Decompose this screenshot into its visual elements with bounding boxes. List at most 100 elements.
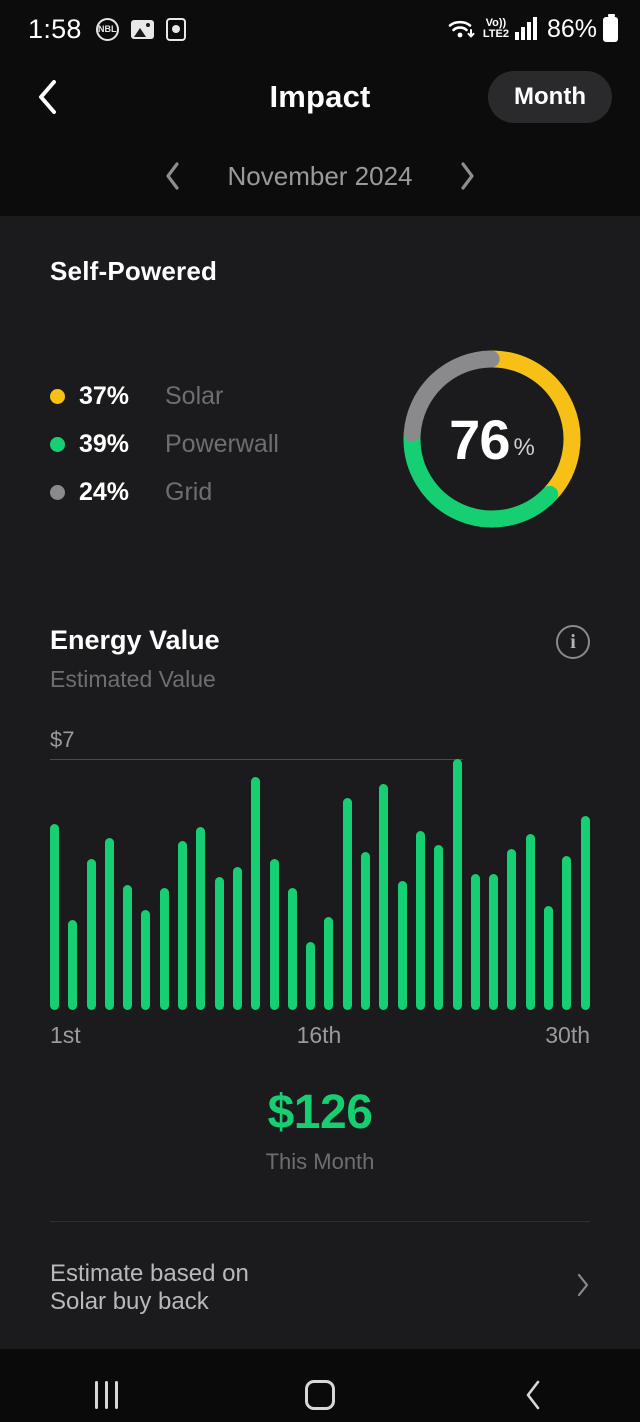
battery-percent: 86% [546, 14, 597, 43]
chart-plot-area [50, 759, 590, 1010]
chart-bar[interactable] [50, 823, 59, 1010]
energy-total-label: This Month [265, 1149, 375, 1174]
chart-y-gridline-label: $7 [50, 727, 75, 752]
volte-bottom: LTE2 [482, 28, 509, 40]
recents-icon [95, 1381, 119, 1410]
self-powered-legend: 37% Solar 39% Powerwall 24% Grid [50, 372, 392, 507]
back-icon [527, 1380, 540, 1410]
chart-bar[interactable] [415, 830, 425, 1010]
chart-bar[interactable] [86, 859, 96, 1010]
chart-bar[interactable] [452, 759, 462, 1010]
energy-value-card: Energy Value Estimated Value i $7 1st 16… [0, 585, 640, 1350]
chart-bar[interactable] [68, 920, 78, 1010]
volte-icon: Vo)) LTE2 [483, 18, 509, 40]
legend-dot-grid [50, 484, 65, 500]
chart-bar[interactable] [562, 855, 572, 1010]
energy-total: $126 This Month [50, 1085, 590, 1175]
self-powered-body: 37% Solar 39% Powerwall 24% Grid 76 % [50, 339, 590, 539]
energy-value-titles: Energy Value Estimated Value [50, 625, 220, 693]
legend-label-grid: Grid [165, 477, 213, 506]
chevron-right-icon [577, 1273, 589, 1297]
status-system-icons: Vo)) LTE2 86% [447, 13, 618, 44]
page-header: Impact Month [0, 58, 640, 136]
chart-x-axis: 1st 16th 30th [50, 1022, 590, 1049]
legend-dot-solar [50, 388, 65, 404]
battery-icon [603, 13, 618, 42]
camera-icon [165, 17, 186, 41]
next-month-button[interactable] [435, 149, 499, 203]
chart-bar[interactable] [123, 884, 133, 1010]
donut-value: 76 [449, 407, 510, 471]
chart-bar[interactable] [232, 866, 242, 1010]
legend-item-powerwall: 39% Powerwall [50, 430, 392, 459]
system-nav-bar [0, 1349, 640, 1422]
legend-item-solar: 37% Solar [50, 382, 392, 411]
donut-unit: % [513, 434, 535, 461]
chart-bar[interactable] [342, 798, 352, 1010]
legend-label-powerwall: Powerwall [165, 429, 279, 458]
legend-percent-grid: 24% [79, 477, 130, 506]
nav-home-button[interactable] [275, 1365, 365, 1422]
self-powered-donut-chart: 76 % [392, 339, 592, 539]
chart-bar[interactable] [324, 916, 334, 1010]
chart-bar[interactable] [214, 877, 224, 1010]
legend-item-grid: 24% Grid [50, 478, 392, 507]
chevron-right-icon [461, 162, 474, 190]
energy-value-title: Energy Value [50, 625, 220, 655]
estimate-basis-text: Estimate based on Solar buy back [50, 1260, 249, 1315]
date-navigator: November 2024 [0, 136, 640, 216]
current-period-label: November 2024 [227, 160, 413, 191]
home-icon [304, 1380, 335, 1411]
signal-icon [514, 17, 537, 40]
chart-bar[interactable] [251, 776, 261, 1010]
chart-bar[interactable] [525, 834, 535, 1010]
header-back-button[interactable] [28, 77, 68, 117]
chevron-left-icon [166, 162, 179, 190]
legend-dot-powerwall [50, 436, 65, 452]
footer-divider [50, 1221, 590, 1222]
info-icon[interactable]: i [556, 625, 590, 659]
wifi-icon [448, 20, 475, 38]
chart-bar[interactable] [361, 852, 371, 1010]
chart-bar[interactable] [269, 859, 279, 1010]
chart-bar[interactable] [306, 941, 316, 1010]
status-time: 1:58 [28, 13, 82, 44]
chart-bar[interactable] [470, 873, 480, 1010]
donut-center: 76 % [392, 339, 592, 539]
chart-bar[interactable] [397, 880, 407, 1010]
legend-label-solar: Solar [165, 381, 224, 410]
self-powered-title: Self-Powered [50, 256, 218, 286]
chart-bar[interactable] [178, 841, 188, 1010]
chart-bar[interactable] [544, 906, 554, 1010]
app-root: 1:58 NBL Vo)) LTE2 86% Impact Month Nove… [0, 0, 640, 1422]
status-notification-icons: NBL [95, 17, 186, 41]
chart-bar[interactable] [580, 816, 590, 1010]
chart-bar[interactable] [196, 827, 206, 1010]
x-tick-first: 1st [50, 1022, 81, 1048]
chart-bar[interactable] [434, 845, 444, 1010]
prev-month-button[interactable] [141, 149, 205, 203]
estimate-basis-chevron[interactable] [576, 1273, 590, 1302]
chevron-left-icon [39, 80, 56, 114]
chart-bar[interactable] [287, 888, 297, 1010]
energy-total-value: $126 [267, 1086, 373, 1139]
chart-bar[interactable] [141, 909, 151, 1010]
energy-value-chart: $7 1st 16th 30th [50, 727, 590, 1049]
self-powered-card: Self-Powered 37% Solar 39% Powerwall 24%… [0, 216, 640, 585]
energy-value-header: Energy Value Estimated Value i [50, 625, 590, 693]
estimate-basis-row[interactable]: Estimate based on Solar buy back [50, 1260, 590, 1315]
chart-bar[interactable] [379, 784, 389, 1010]
status-bar: 1:58 NBL Vo)) LTE2 86% [0, 0, 640, 58]
chart-bar[interactable] [104, 837, 114, 1010]
photo-icon [130, 19, 154, 39]
x-tick-last: 30th [545, 1022, 590, 1048]
chart-bars [50, 759, 590, 1010]
chart-bar[interactable] [507, 848, 517, 1010]
energy-value-subtitle: Estimated Value [50, 666, 216, 692]
chart-bar[interactable] [489, 873, 499, 1010]
nav-back-button[interactable] [488, 1365, 578, 1422]
legend-percent-powerwall: 39% [79, 429, 130, 458]
range-toggle-button[interactable]: Month [488, 71, 612, 123]
chart-bar[interactable] [159, 888, 169, 1010]
nav-recents-button[interactable] [62, 1365, 152, 1422]
